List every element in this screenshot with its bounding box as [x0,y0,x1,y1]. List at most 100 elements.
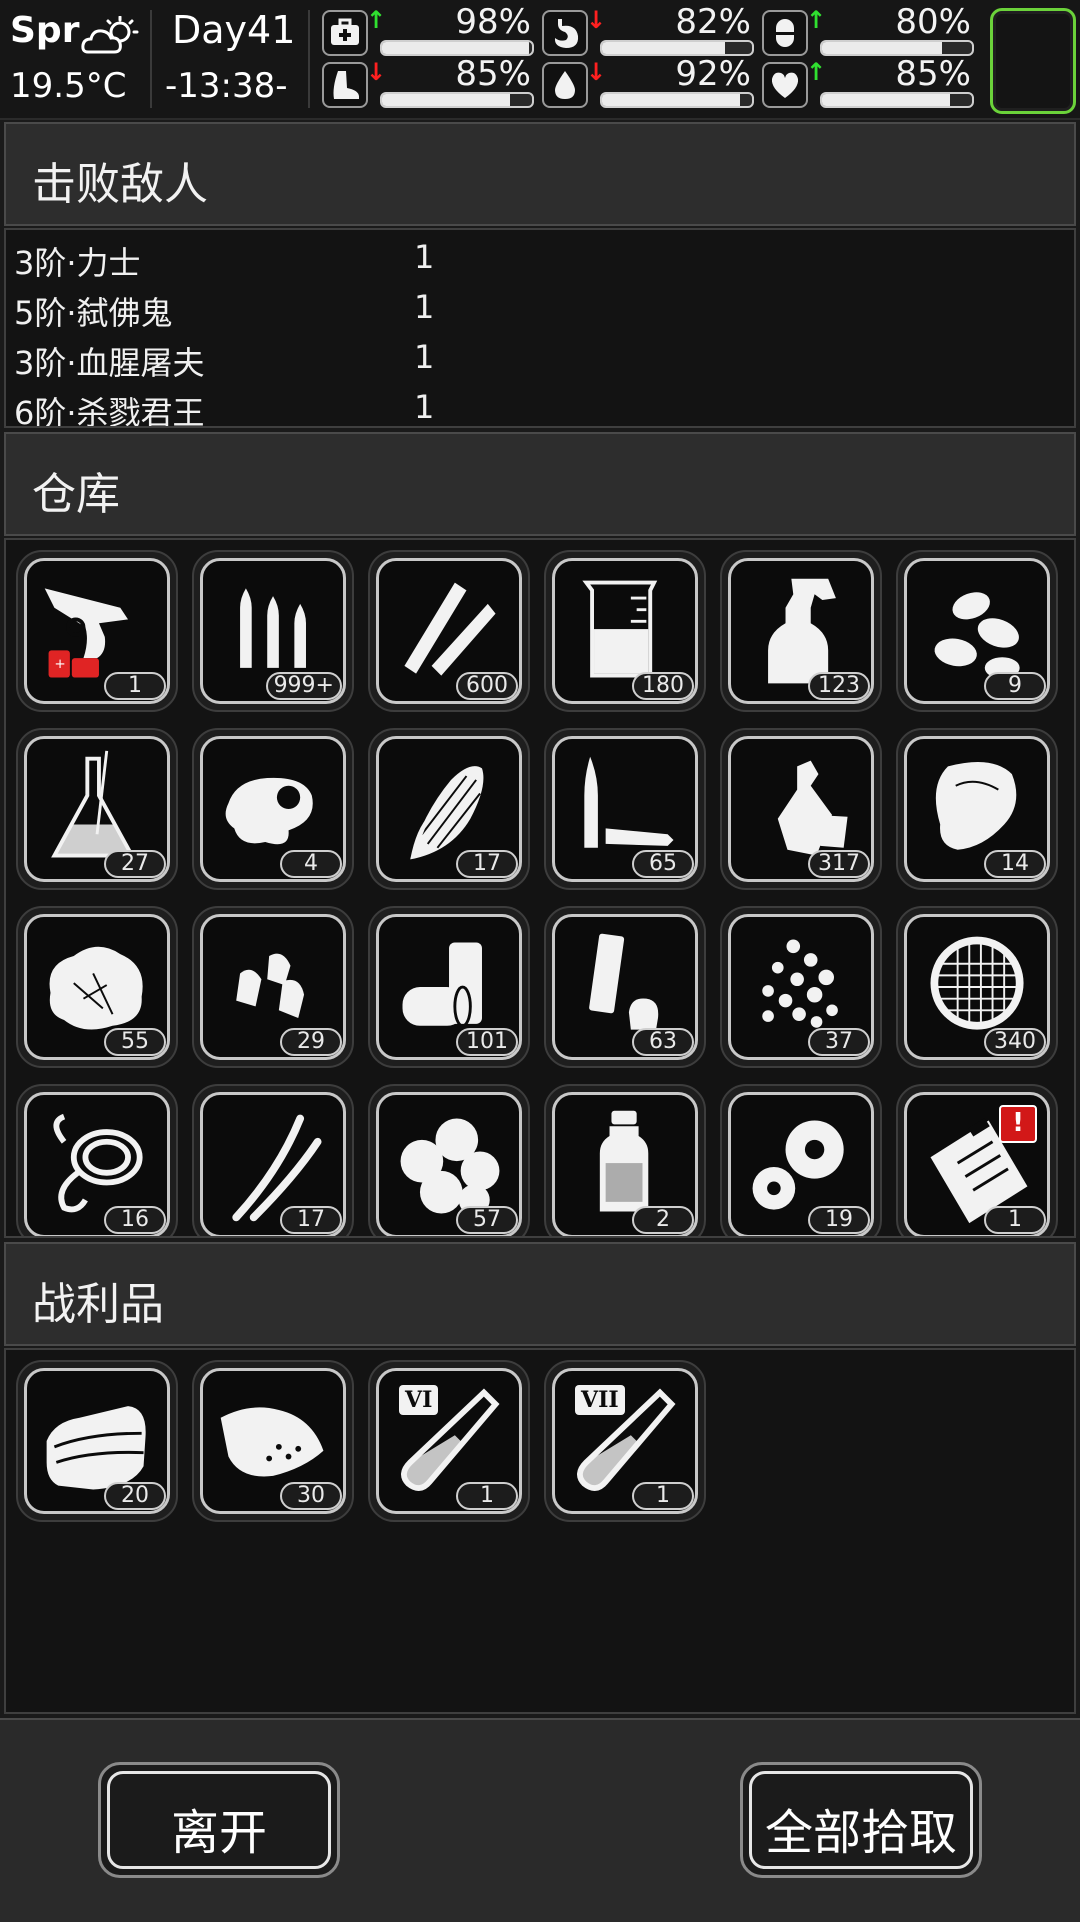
item-count-badge: 14 [984,850,1046,878]
item-slot[interactable]: 17 [192,1084,354,1236]
status-bar: Spr 19.5°C Day41 -13:38- ↑ 98% ↓ 82% ↑ 80% ↓ 85… [0,0,1080,120]
item-count-badge: 999+ [265,672,342,700]
item-count-badge: 340 [984,1028,1046,1056]
item-slot[interactable]: 29 [192,906,354,1068]
pick-all-button[interactable]: 全部拾取 [740,1762,982,1878]
item-count-badge: 317 [808,850,870,878]
item-count-badge: 55 [104,1028,166,1056]
item-slot[interactable]: 37 [720,906,882,1068]
item-slot[interactable]: 340 [896,906,1058,1068]
item-count-badge: 30 [280,1482,342,1510]
day-counter: Day41 [172,8,296,52]
enemy-count: 1 [414,388,435,426]
item-slot[interactable]: 180 [544,550,706,712]
action-bar: 离开 全部拾取 [0,1718,1080,1922]
enemy-name: 6阶·杀戮君王 [14,394,205,428]
item-slot[interactable]: 63 [544,906,706,1068]
item-slot[interactable]: 14 [896,728,1058,890]
item-slot[interactable]: 317 [720,728,882,890]
stat-value: 82% [675,2,751,42]
enemy-name: 3阶·力士 [14,244,141,282]
item-slot[interactable]: 27 [16,728,178,890]
item-slot[interactable]: 9 [896,550,1058,712]
item-count-badge: 19 [808,1206,870,1234]
item-slot[interactable]: 17 [368,728,530,890]
item-count-badge: 17 [280,1206,342,1234]
stat-bar [380,92,534,108]
item-slot[interactable]: 19 [720,1084,882,1236]
tier-badge: VI [399,1385,439,1415]
season-label: Spr [10,10,80,51]
item-slot[interactable]: 999+ [192,550,354,712]
foot-icon [322,62,368,108]
enemy-count: 1 [414,338,435,376]
water-drop-icon [542,62,588,108]
item-count-badge: 600 [456,672,518,700]
stat-value: 98% [455,2,531,42]
item-slot[interactable]: ! 1 [896,1084,1058,1236]
item-count-badge: 20 [104,1482,166,1510]
item-slot[interactable]: VII 1 [544,1360,706,1522]
stat-bar [600,92,754,108]
first-aid-icon [322,10,368,56]
item-count-badge: 65 [632,850,694,878]
item-count-badge: 4 [280,850,342,878]
warehouse-header: 仓库 [4,432,1076,536]
item-count-badge: 180 [632,672,694,700]
item-slot[interactable]: 16 [16,1084,178,1236]
item-slot[interactable]: 65 [544,728,706,890]
loot-grid[interactable]: 20 30 VI 1 VII 1 [4,1348,1076,1714]
stat-value: 92% [675,54,751,94]
item-slot[interactable]: 30 [192,1360,354,1522]
item-slot[interactable]: +1 [16,550,178,712]
section-title: 仓库 [32,469,120,520]
stomach-icon [542,10,588,56]
enemy-name: 3阶·血腥屠夫 [14,344,205,382]
item-count-badge: 57 [456,1206,518,1234]
item-count-badge: 2 [632,1206,694,1234]
item-slot[interactable]: 123 [720,550,882,712]
item-count-badge: 1 [456,1482,518,1510]
temperature-value: 19.5°C [10,66,127,106]
item-slot[interactable]: 101 [368,906,530,1068]
item-count-badge: 27 [104,850,166,878]
leave-button[interactable]: 离开 [98,1762,340,1878]
item-count-badge: 63 [632,1028,694,1056]
enemy-name: 5阶·弑佛鬼 [14,294,173,332]
warehouse-grid[interactable]: +1 999+ 600 180 123 9 27 4 17 65 317 14 55 29 101 63 37 3… [4,538,1076,1238]
item-slot[interactable]: 4 [192,728,354,890]
item-count-badge: 17 [456,850,518,878]
heart-icon [762,62,808,108]
item-slot[interactable]: VI 1 [368,1360,530,1522]
item-slot[interactable]: 600 [368,550,530,712]
pill-icon [762,10,808,56]
svg-text:+: + [54,656,65,672]
defeated-enemies-header: 击败敌人 [4,122,1076,226]
enemy-count: 1 [414,238,435,276]
weather-partly-cloudy-icon [80,15,142,60]
stat-mood: ↑ 85% [762,54,977,108]
item-count-badge: 1 [104,672,166,700]
divider [150,10,152,108]
item-slot[interactable]: 2 [544,1084,706,1236]
divider [308,10,310,108]
stat-hunger: ↓ 82% [542,2,757,56]
item-slot[interactable]: 20 [16,1360,178,1522]
tier-badge: VII [575,1385,625,1415]
item-count-badge: 123 [808,672,870,700]
item-count-badge: 1 [632,1482,694,1510]
enemy-count: 1 [414,288,435,326]
stat-bar [820,92,974,108]
defeated-enemies-list[interactable]: 3阶·力士 1 5阶·弑佛鬼 1 3阶·血腥屠夫 1 6阶·杀戮君王 1 [4,228,1076,428]
item-count-badge: 1 [984,1206,1046,1234]
stat-value: 80% [895,2,971,42]
item-slot[interactable]: 57 [368,1084,530,1236]
alert-badge-icon: ! [999,1105,1037,1143]
item-count-badge: 101 [456,1028,518,1056]
item-count-badge: 37 [808,1028,870,1056]
item-slot[interactable]: 55 [16,906,178,1068]
leave-button-label: 离开 [170,1805,267,1861]
loot-header: 战利品 [4,1242,1076,1346]
character-portrait-slot[interactable] [990,8,1076,114]
item-count-badge: 16 [104,1206,166,1234]
